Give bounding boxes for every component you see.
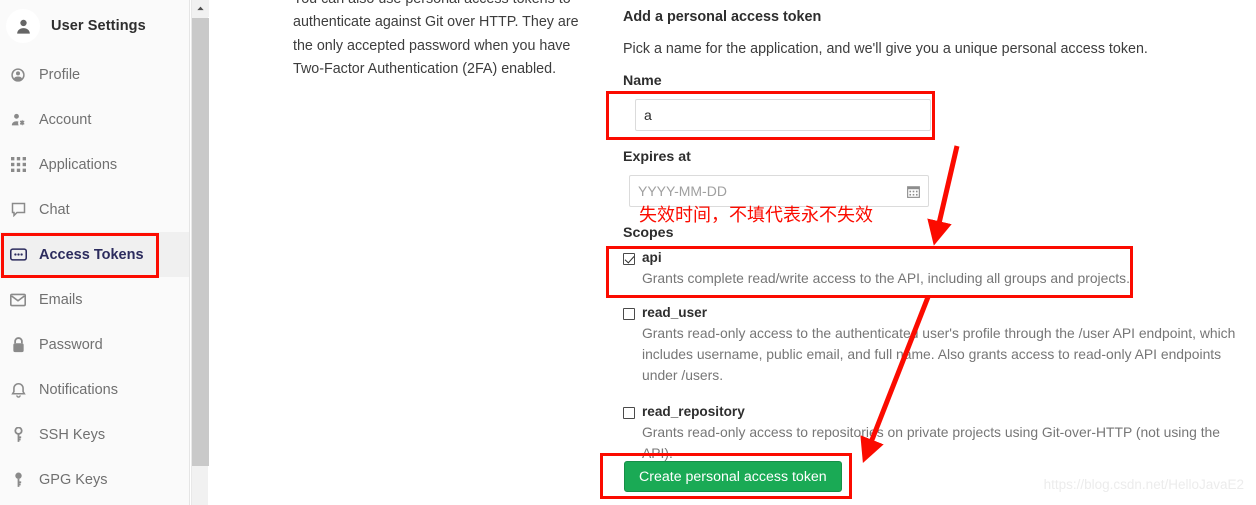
sidebar-item-label: Emails [39,291,83,308]
create-personal-access-token-button[interactable]: Create personal access token [624,461,842,492]
access-token-form: Add a personal access token Pick a name … [623,0,1256,461]
sidebar-item-notifications[interactable]: Notifications [0,367,189,412]
name-input[interactable]: a [635,99,931,131]
grid-apps-icon [8,156,28,174]
user-avatar-icon [16,19,30,34]
sidebar-item-label: Notifications [39,381,118,398]
sidebar-item-ssh-keys[interactable]: SSH Keys [0,412,189,457]
envelope-icon [8,291,28,309]
sidebar-item-emails[interactable]: Emails [0,277,189,322]
calendar-icon[interactable] [907,185,920,198]
form-heading: Add a personal access token [623,9,822,25]
sidebar-item-label: Applications [39,156,118,173]
scope-row[interactable]: read_user [623,305,1237,320]
name-label: Name [623,73,662,89]
sidebar-item-label: Access Tokens [39,246,144,263]
scrollbar-thumb[interactable] [192,18,209,466]
sidebar-item-label: Password [39,336,103,353]
scope-checkbox-api[interactable] [623,253,635,265]
scopes-label: Scopes [623,225,674,241]
vertical-scrollbar[interactable] [191,0,209,505]
description-paragraph: authenticate against Git over HTTP. They… [293,14,579,77]
scope-checkbox-read-user[interactable] [623,308,635,320]
sidebar-item-label: Profile [39,66,81,83]
clipped-text-line: You can also use personal access tokens … [293,0,593,11]
chevron-up-icon [197,6,204,11]
avatar [6,9,40,43]
name-input-value: a [644,107,652,123]
sidebar-item-account[interactable]: Account [0,97,189,142]
page-root: User Settings Profile Account Applicatio… [0,0,1256,505]
scope-checkbox-read-repository[interactable] [623,407,635,419]
expires-at-placeholder: YYYY-MM-DD [638,183,727,199]
scope-description: Grants read-only access to the authentic… [642,325,1236,383]
sidebar-item-password[interactable]: Password [0,322,189,367]
scope-row[interactable]: read_repository [623,404,1237,419]
expiry-annotation-text: 失效时间，不填代表永不失效 [639,205,873,226]
sidebar-item-applications[interactable]: Applications [0,142,189,187]
key-icon [8,426,28,444]
sidebar-item-label: SSH Keys [39,426,106,443]
watermark: https://blog.csdn.net/HelloJavaE2 [1043,477,1244,492]
sidebar-title: User Settings [51,18,146,34]
sidebar-item-label: GPG Keys [39,471,108,488]
scope-item-api: api Grants complete read/write access to… [623,250,1223,289]
clipped-text: You can also use personal access tokens … [293,0,571,11]
scroll-up-button[interactable] [192,0,209,17]
sidebar: User Settings Profile Account Applicatio… [0,0,190,505]
chat-bubble-icon [8,201,28,219]
sidebar-header: User Settings [0,0,189,52]
scope-name: read_repository [642,404,745,419]
sidebar-item-chat[interactable]: Chat [0,187,189,232]
sidebar-item-profile[interactable]: Profile [0,52,189,97]
bell-icon [8,381,28,399]
arrow-to-scopes [927,145,960,246]
form-subtitle: Pick a name for the application, and we'… [623,41,1148,57]
scope-row[interactable]: api [623,250,1223,265]
scope-name: api [642,250,662,265]
sidebar-item-label: Account [39,111,92,128]
key-icon [8,471,28,489]
scope-item-read-user: read_user Grants read-only access to the… [623,305,1237,386]
lock-icon [8,336,28,354]
scope-name: read_user [642,305,707,320]
description-column: You can also use personal access tokens … [293,0,593,82]
expires-at-label: Expires at [623,149,691,165]
sidebar-item-label: Chat [39,201,70,218]
sidebar-item-gpg-keys[interactable]: GPG Keys [0,457,189,502]
user-gear-icon [8,111,28,129]
scope-description: Grants complete read/write access to the… [642,270,1130,286]
user-circle-icon [8,66,28,84]
scope-item-read-repository: read_repository Grants read-only access … [623,404,1237,464]
sidebar-item-access-tokens[interactable]: Access Tokens [0,232,189,277]
scope-description: Grants read-only access to repositories … [642,424,1221,461]
token-card-icon [8,246,28,264]
